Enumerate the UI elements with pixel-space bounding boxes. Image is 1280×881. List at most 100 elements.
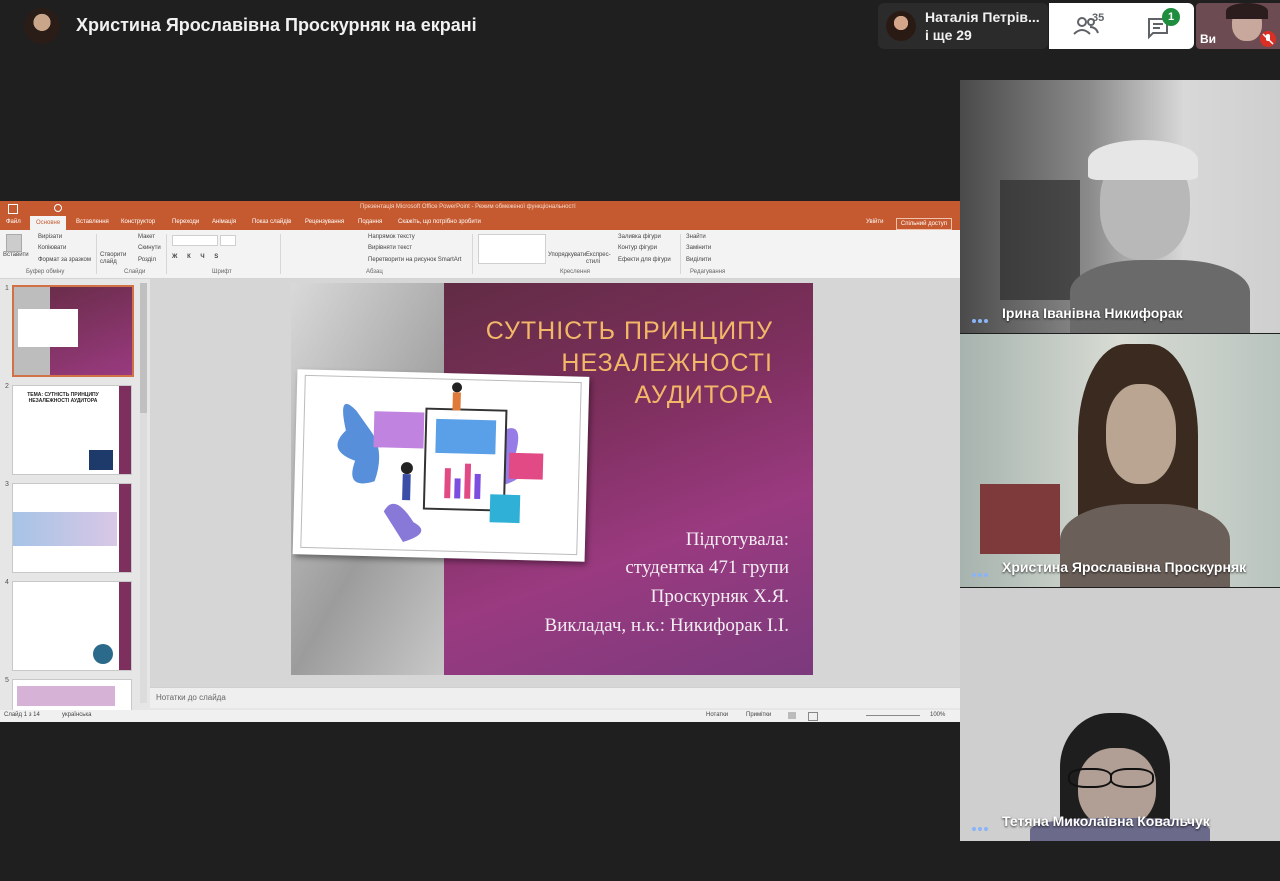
tab-file[interactable]: Файл [6, 219, 21, 225]
smartart-button[interactable]: Перетворити на рисунок SmartArt [368, 257, 461, 263]
ribbon-divider [472, 234, 473, 274]
participant-more-count: і ще 29 [925, 27, 972, 43]
tile-name: Ірина Іванівна Никифорак [1002, 305, 1183, 321]
slide-counter: Слайд 1 з 14 [4, 712, 40, 718]
tab-design[interactable]: Конструктор [121, 219, 155, 225]
thumb-number: 5 [5, 677, 9, 684]
group-drawing: Креслення [560, 269, 590, 275]
view-normal-icon[interactable] [788, 712, 796, 719]
shared-screen-powerpoint: Презентація Microsoft Office PowerPoint … [0, 201, 960, 722]
ribbon-divider [96, 234, 97, 274]
tab-slideshow[interactable]: Показ слайдів [252, 219, 291, 225]
font-name-select[interactable] [172, 235, 218, 246]
section-button[interactable]: Розділ [138, 257, 156, 263]
tile-background-plant [1000, 180, 1080, 300]
group-paragraph: Абзац [366, 269, 383, 275]
paste-button[interactable]: Вставити [3, 252, 29, 258]
view-sorter-icon[interactable] [808, 712, 818, 721]
slide-thumbnail-4[interactable] [12, 581, 132, 671]
more-dots-icon[interactable] [972, 564, 992, 577]
notes-pane[interactable]: Нотатки до слайда [150, 687, 960, 708]
find-button[interactable]: Знайти [686, 234, 706, 240]
more-dots-icon[interactable] [972, 818, 992, 831]
participant-tile[interactable]: Тетяна Миколаївна Ковальчук [960, 588, 1280, 841]
participant-tile[interactable]: Христина Ярославівна Проскурняк [960, 334, 1280, 587]
tab-animations[interactable]: Анімація [212, 219, 236, 225]
chat-unread-badge: 1 [1162, 8, 1180, 26]
comments-button[interactable]: Примітки [746, 712, 771, 718]
arrange-button[interactable]: Упорядкувати [548, 252, 586, 258]
text-direction-button[interactable]: Напрямок тексту [368, 234, 415, 240]
replace-button[interactable]: Замінити [686, 245, 711, 251]
ppt-window-title: Презентація Microsoft Office PowerPoint … [360, 204, 576, 210]
self-label: Ви [1200, 32, 1217, 46]
participant-hair [1088, 140, 1198, 180]
people-count: 35 [1092, 12, 1105, 24]
quick-styles-button[interactable]: Експрес-стилі [586, 252, 614, 266]
font-size-select[interactable] [220, 235, 236, 246]
slide-title-line-2: НЕЗАЛЕЖНОСТІ [561, 349, 773, 377]
tell-me-search[interactable]: Скажіть, що потрібно зробити [398, 219, 481, 225]
new-slide-button[interactable]: Створити слайд [100, 252, 128, 266]
thumb-number: 4 [5, 579, 9, 586]
presenter-avatar [24, 8, 60, 44]
scrollbar-thumb[interactable] [140, 283, 147, 413]
shape-effects-button[interactable]: Ефекти для фігури [618, 257, 671, 263]
tab-view[interactable]: Подання [358, 219, 382, 225]
font-format-buttons[interactable]: Ж К Ч S [172, 254, 222, 260]
glasses-icon [1110, 768, 1154, 788]
more-dots-icon[interactable] [972, 310, 992, 323]
meet-top-bar: Христина Ярославівна Проскурняк на екран… [0, 0, 1280, 52]
group-slides: Слайди [124, 269, 146, 275]
mic-off-icon [1260, 31, 1276, 47]
slide-student-group: студентка 471 групи [625, 557, 789, 578]
tile-name: Христина Ярославівна Проскурняк [1002, 559, 1247, 575]
notes-toggle-button[interactable]: Нотатки [706, 712, 728, 718]
slide-thumbnail-1[interactable] [12, 285, 134, 377]
sign-in-link[interactable]: Увійти [866, 219, 883, 225]
tile-name: Тетяна Миколаївна Ковальчук [1002, 813, 1210, 829]
slide-thumbnail-3[interactable] [12, 483, 132, 573]
ppt-ribbon-tabs: Файл Основне Вставлення Конструктор Пере… [0, 216, 960, 230]
zoom-level[interactable]: 100% [930, 712, 945, 718]
paste-icon[interactable] [6, 234, 22, 252]
participants-chip[interactable]: Наталія Петрів... і ще 29 [878, 3, 1048, 49]
shapes-gallery[interactable] [478, 234, 546, 264]
copy-button[interactable]: Копіювати [38, 245, 66, 251]
align-text-button[interactable]: Вирівняти текст [368, 245, 412, 251]
reset-button[interactable]: Скинути [138, 245, 161, 251]
tile-background-frame [980, 484, 1060, 554]
share-button[interactable]: Спільний доступ [895, 218, 952, 230]
tab-home[interactable]: Основне [30, 216, 67, 230]
select-button[interactable]: Виділити [686, 257, 711, 263]
participant-face [1106, 384, 1176, 484]
slide-editor: СУТНІСТЬ ПРИНЦИПУ НЕЗАЛЕЖНОСТІ АУДИТОРА … [150, 279, 960, 687]
format-painter-button[interactable]: Формат за зразком [38, 257, 91, 263]
tab-insert[interactable]: Вставлення [76, 219, 109, 225]
glasses-icon [1068, 768, 1112, 788]
thumb-number: 1 [5, 285, 9, 292]
ppt-ribbon: Вставити Вирізати Копіювати Формат за зр… [0, 230, 960, 279]
ribbon-divider [680, 234, 681, 274]
tab-review[interactable]: Рецензування [305, 219, 344, 225]
thumbnails-scrollbar[interactable] [140, 283, 147, 703]
participant-body [1070, 260, 1250, 333]
thumb-2-title: ТЕМА: СУТНІСТЬ ПРИНЦИПУ НЕЗАЛЕЖНОСТІ АУД… [27, 392, 99, 404]
ribbon-divider [166, 234, 167, 274]
cut-button[interactable]: Вирізати [38, 234, 62, 240]
participant-tile[interactable]: Ірина Іванівна Никифорак [960, 80, 1280, 333]
current-slide[interactable]: СУТНІСТЬ ПРИНЦИПУ НЕЗАЛЕЖНОСТІ АУДИТОРА … [291, 283, 813, 675]
participant-name: Наталія Петрів... [925, 9, 1040, 25]
layout-button[interactable]: Макет [138, 234, 155, 240]
ribbon-divider [280, 234, 281, 274]
tab-transitions[interactable]: Переходи [172, 219, 199, 225]
slide-thumbnail-2[interactable]: ТЕМА: СУТНІСТЬ ПРИНЦИПУ НЕЗАЛЕЖНОСТІ АУД… [12, 385, 132, 475]
language-indicator[interactable]: українська [62, 712, 92, 718]
participant-avatar [886, 11, 916, 41]
slide-student-name: Проскурняк Х.Я. [650, 586, 789, 607]
slide-thumbnail-5[interactable] [12, 679, 132, 711]
zoom-slider[interactable] [866, 715, 920, 716]
shape-fill-button[interactable]: Заливка фігури [618, 234, 661, 240]
shape-outline-button[interactable]: Контур фігури [618, 245, 657, 251]
save-icon [8, 204, 18, 214]
